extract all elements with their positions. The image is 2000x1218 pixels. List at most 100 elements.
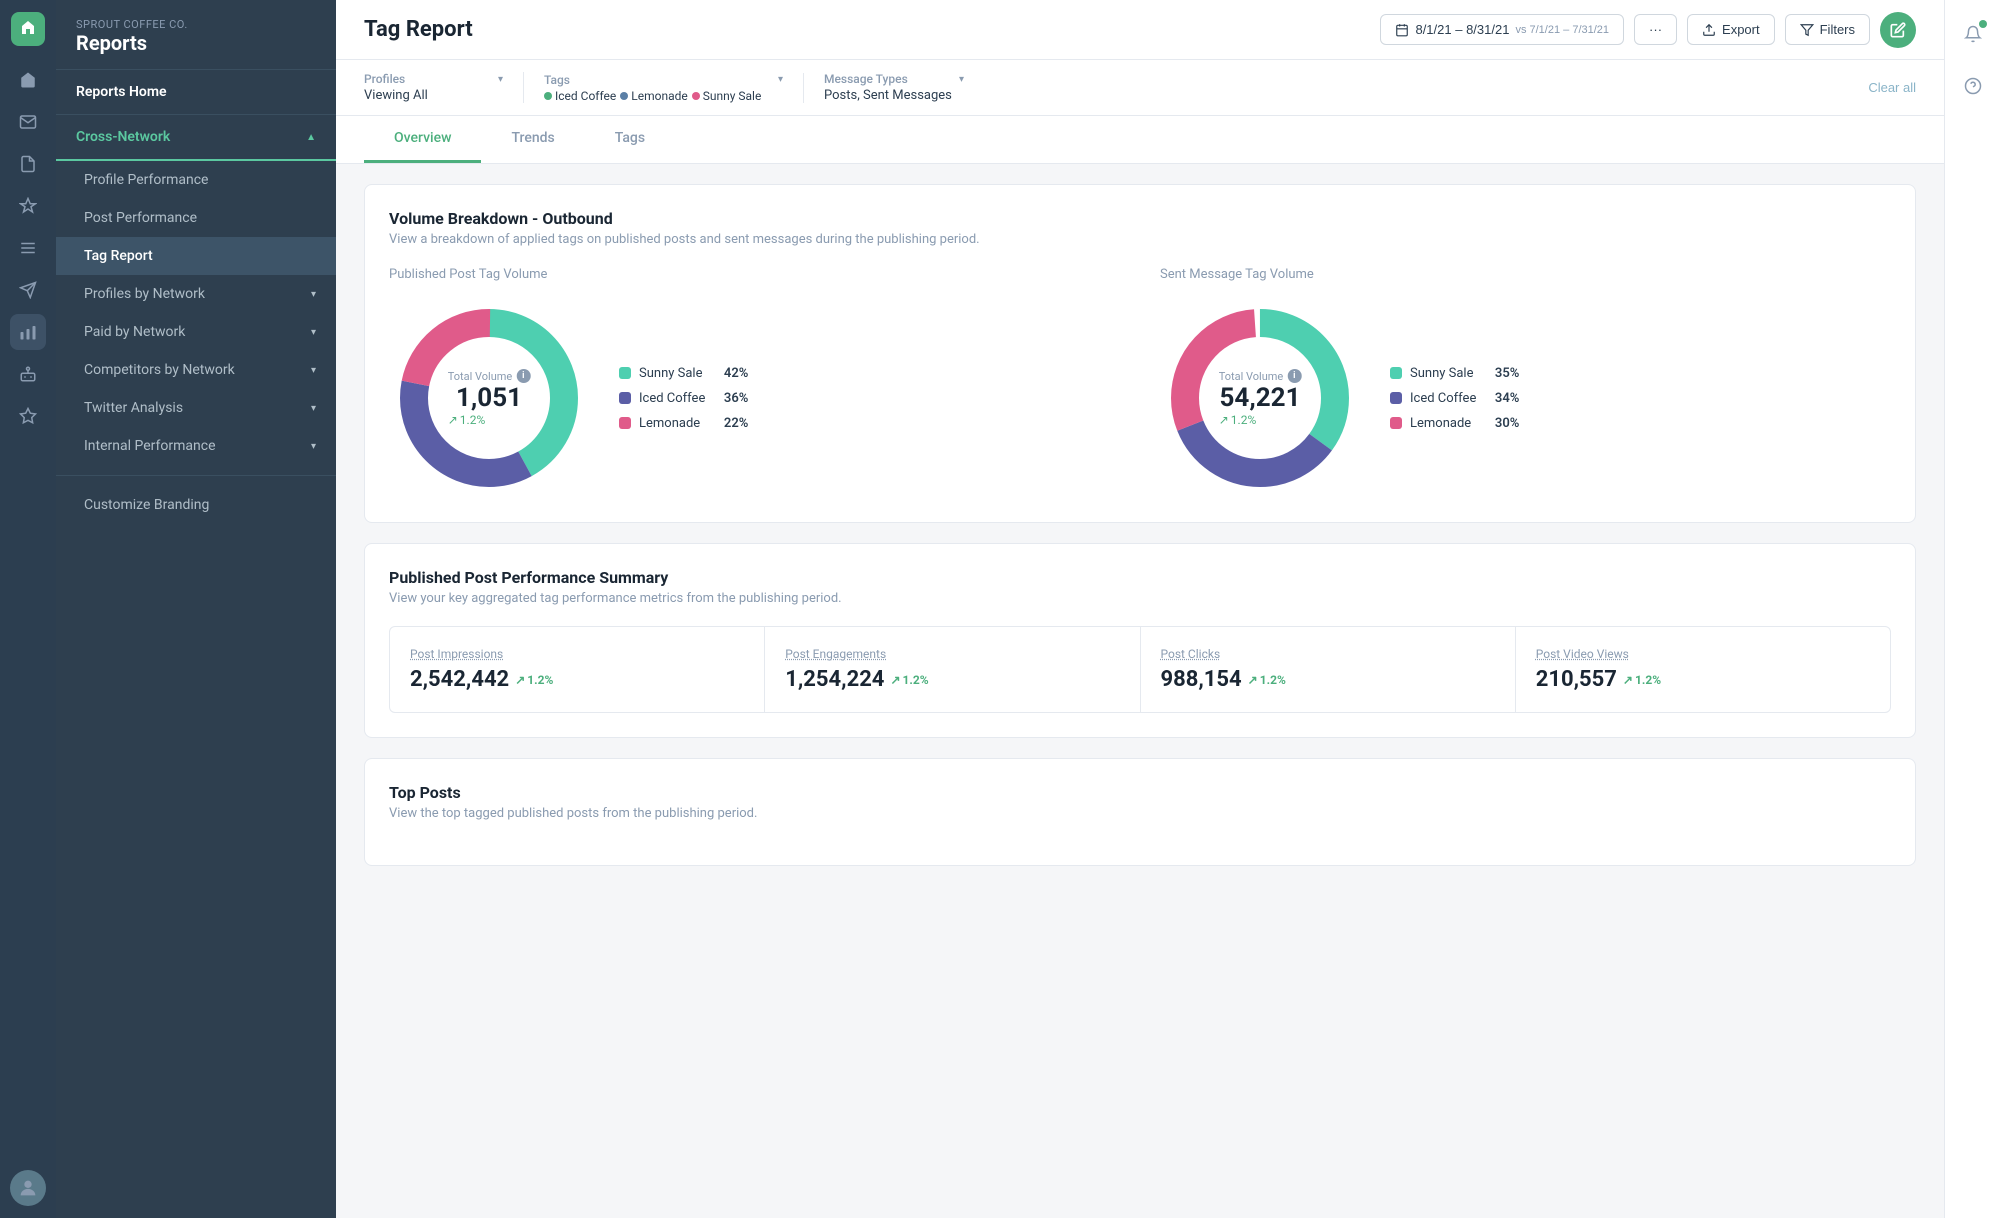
competitors-chevron: ▾ bbox=[311, 365, 316, 376]
profiles-filter[interactable]: Profiles ▾ Viewing All bbox=[364, 72, 524, 103]
published-donut-wrapper: Total Volume i 1,051 ↗ 1.2% bbox=[389, 298, 589, 498]
user-avatar[interactable] bbox=[10, 1170, 46, 1206]
post-clicks-label: Post Clicks bbox=[1161, 647, 1495, 661]
notification-icon[interactable] bbox=[1955, 16, 1991, 52]
published-chart-content: Total Volume i 1,051 ↗ 1.2% bbox=[389, 298, 1120, 498]
tags-filter-chevron: ▾ bbox=[778, 74, 783, 85]
calendar-icon bbox=[1395, 23, 1409, 37]
nav-queue-icon[interactable] bbox=[10, 230, 46, 266]
post-video-views-change: ↗ 1.2% bbox=[1623, 673, 1661, 687]
profiles-network-chevron: ▾ bbox=[311, 289, 316, 300]
post-engagements-label: Post Engagements bbox=[785, 647, 1119, 661]
sidebar-item-paid-by-network[interactable]: Paid by Network ▾ bbox=[56, 313, 336, 351]
volume-breakdown-title: Volume Breakdown - Outbound bbox=[389, 209, 1891, 228]
date-range-button[interactable]: 8/1/21 – 8/31/21 vs 7/1/21 – 7/31/21 bbox=[1380, 14, 1624, 45]
post-video-views-value: 210,557 ↗ 1.2% bbox=[1536, 667, 1870, 692]
post-engagements-change: ↗ 1.2% bbox=[890, 673, 928, 687]
header-actions: 8/1/21 – 8/31/21 vs 7/1/21 – 7/31/21 ···… bbox=[1380, 12, 1916, 48]
nav-home-icon[interactable] bbox=[10, 62, 46, 98]
export-button[interactable]: Export bbox=[1687, 14, 1775, 45]
tags-filter-value: Iced Coffee Lemonade Sunny Sale bbox=[544, 89, 783, 103]
sent-chart-content: Total Volume i 54,221 ↗ 1.2% bbox=[1160, 298, 1891, 498]
published-total-label: Total Volume i bbox=[448, 369, 531, 383]
sent-lemonade-pct: 30% bbox=[1484, 416, 1519, 431]
nav-star-icon[interactable] bbox=[10, 398, 46, 434]
nav-send-icon[interactable] bbox=[10, 272, 46, 308]
sidebar-item-profile-performance[interactable]: Profile Performance bbox=[56, 161, 336, 199]
post-engagements-value: 1,254,224 ↗ 1.2% bbox=[785, 667, 1119, 692]
nav-inbox-icon[interactable] bbox=[10, 104, 46, 140]
video-views-arrow: ↗ bbox=[1623, 673, 1633, 687]
top-posts-card: Top Posts View the top tagged published … bbox=[364, 758, 1916, 866]
more-options-button[interactable]: ··· bbox=[1634, 14, 1677, 45]
iced-coffee-legend-dot bbox=[619, 392, 631, 404]
export-icon bbox=[1702, 23, 1716, 37]
tags-filter[interactable]: Tags ▾ Iced Coffee Lemonade Sunny Sale bbox=[544, 73, 804, 103]
published-summary-subtitle: View your key aggregated tag performance… bbox=[389, 591, 1891, 606]
top-posts-subtitle: View the top tagged published posts from… bbox=[389, 806, 1891, 821]
clicks-arrow: ↗ bbox=[1248, 673, 1258, 687]
tags-filter-label: Tags ▾ bbox=[544, 73, 783, 87]
sidebar-item-tag-report[interactable]: Tag Report bbox=[56, 237, 336, 275]
compose-button[interactable] bbox=[1880, 12, 1916, 48]
sunny-sale-legend-dot bbox=[619, 367, 631, 379]
post-clicks-value: 988,154 ↗ 1.2% bbox=[1161, 667, 1495, 692]
page-title: Tag Report bbox=[364, 17, 473, 42]
sent-lemonade-dot bbox=[1390, 417, 1402, 429]
sent-legend-iced-coffee: Iced Coffee 34% bbox=[1390, 391, 1519, 406]
date-range-text: 8/1/21 – 8/31/21 bbox=[1415, 22, 1509, 37]
post-impressions-value: 2,542,442 ↗ 1.2% bbox=[410, 667, 744, 692]
iced-coffee-dot bbox=[544, 92, 552, 100]
sunny-sale-pct: 42% bbox=[713, 366, 748, 381]
tab-overview[interactable]: Overview bbox=[364, 116, 481, 163]
sent-donut-center: Total Volume i 54,221 ↗ 1.2% bbox=[1219, 369, 1302, 427]
tab-tags[interactable]: Tags bbox=[585, 116, 675, 163]
nav-tasks-icon[interactable] bbox=[10, 146, 46, 182]
twitter-chevron: ▾ bbox=[311, 403, 316, 414]
published-post-chart-section: Published Post Tag Volume bbox=[389, 267, 1120, 498]
tab-trends[interactable]: Trends bbox=[481, 116, 584, 163]
sidebar-item-internal-performance[interactable]: Internal Performance ▾ bbox=[56, 427, 336, 465]
published-legend-iced-coffee: Iced Coffee 36% bbox=[619, 391, 748, 406]
sent-legend-lemonade: Lemonade 30% bbox=[1390, 416, 1519, 431]
app-logo[interactable] bbox=[11, 12, 45, 46]
message-types-label: Message Types ▾ bbox=[824, 72, 964, 86]
published-legend-sunny-sale: Sunny Sale 42% bbox=[619, 366, 748, 381]
sidebar-item-profiles-by-network[interactable]: Profiles by Network ▾ bbox=[56, 275, 336, 313]
post-impressions-change: ↗ 1.2% bbox=[515, 673, 553, 687]
published-donut-center: Total Volume i 1,051 ↗ 1.2% bbox=[448, 369, 531, 427]
message-types-filter[interactable]: Message Types ▾ Posts, Sent Messages bbox=[824, 72, 984, 103]
published-chart-label: Published Post Tag Volume bbox=[389, 267, 1120, 282]
main-content: Tag Report 8/1/21 – 8/31/21 vs 7/1/21 – … bbox=[336, 0, 1944, 1218]
impressions-arrow: ↗ bbox=[515, 673, 525, 687]
sent-message-chart-section: Sent Message Tag Volume bbox=[1160, 267, 1891, 498]
sidebar-item-customize-branding[interactable]: Customize Branding bbox=[56, 486, 336, 524]
published-summary-title: Published Post Performance Summary bbox=[389, 568, 1891, 587]
sidebar: Sprout Coffee Co. Reports Reports Home C… bbox=[56, 0, 336, 1218]
help-icon[interactable] bbox=[1955, 68, 1991, 104]
clear-all-button[interactable]: Clear all bbox=[1868, 80, 1916, 95]
paid-network-chevron: ▾ bbox=[311, 327, 316, 338]
nav-pin-icon[interactable] bbox=[10, 188, 46, 224]
published-total-value: 1,051 bbox=[448, 383, 531, 413]
sidebar-item-twitter-analysis[interactable]: Twitter Analysis ▾ bbox=[56, 389, 336, 427]
top-posts-title: Top Posts bbox=[389, 783, 1891, 802]
nav-bot-icon[interactable] bbox=[10, 356, 46, 392]
notification-badge bbox=[1979, 20, 1987, 28]
company-name: Sprout Coffee Co. bbox=[76, 18, 316, 31]
metrics-row: Post Impressions 2,542,442 ↗ 1.2% Post E… bbox=[389, 626, 1891, 713]
app-name: Reports bbox=[76, 31, 316, 55]
tag-iced-coffee: Iced Coffee bbox=[544, 89, 616, 103]
published-legend-lemonade: Lemonade 22% bbox=[619, 416, 748, 431]
sidebar-section-cross-network[interactable]: Cross-Network ▲ bbox=[56, 115, 336, 161]
donut-charts-row: Published Post Tag Volume bbox=[389, 267, 1891, 498]
post-video-views-label: Post Video Views bbox=[1536, 647, 1870, 661]
sidebar-item-competitors-by-network[interactable]: Competitors by Network ▾ bbox=[56, 351, 336, 389]
filters-button[interactable]: Filters bbox=[1785, 14, 1870, 45]
sunny-sale-dot bbox=[692, 92, 700, 100]
sidebar-item-reports-home[interactable]: Reports Home bbox=[56, 70, 336, 115]
nav-analytics-icon[interactable] bbox=[10, 314, 46, 350]
published-total-change: ↗ 1.2% bbox=[448, 413, 531, 427]
main-scroll-area: Volume Breakdown - Outbound View a break… bbox=[336, 164, 1944, 1218]
sidebar-item-post-performance[interactable]: Post Performance bbox=[56, 199, 336, 237]
